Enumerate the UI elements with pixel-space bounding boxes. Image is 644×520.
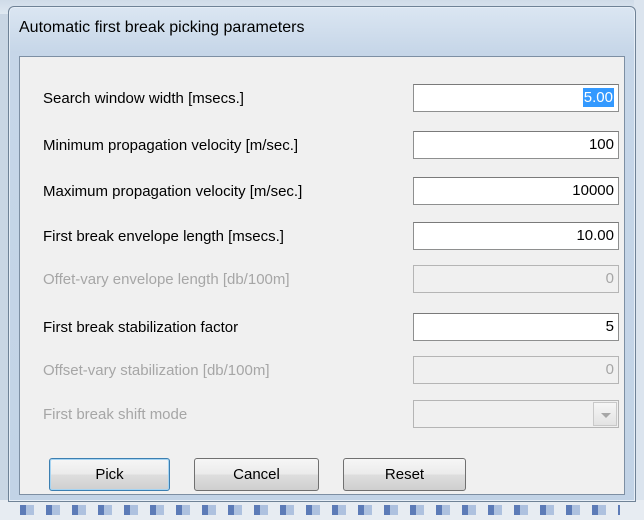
shift-mode-label: First break shift mode (43, 406, 188, 423)
row-offset-vary-envelope: Offet-vary envelope length [db/100m] 0 (20, 265, 624, 295)
row-envelope-length: First break envelope length [msecs.] 10.… (20, 222, 624, 252)
cancel-button[interactable]: Cancel (194, 458, 319, 491)
background-app-strip (20, 505, 620, 515)
envelope-length-label: First break envelope length [msecs.] (43, 228, 284, 245)
background-app-bottom (0, 500, 644, 520)
chevron-down-icon (601, 413, 611, 418)
dialog-client-area: Search window width [msecs.] 5.00 Minimu… (19, 56, 625, 495)
max-velocity-input[interactable]: 10000 (413, 177, 619, 205)
min-velocity-label: Minimum propagation velocity [m/sec.] (43, 137, 299, 154)
envelope-length-input[interactable]: 10.00 (413, 222, 619, 250)
offset-vary-stabilization-label: Offset-vary stabilization [db/100m] (43, 362, 270, 379)
offset-vary-envelope-label: Offet-vary envelope length [db/100m] (43, 271, 290, 288)
shift-mode-dropdown-button (593, 402, 617, 426)
row-shift-mode: First break shift mode (20, 400, 624, 430)
search-window-width-label: Search window width [msecs.] (43, 90, 244, 107)
min-velocity-input[interactable]: 100 (413, 131, 619, 159)
row-min-velocity: Minimum propagation velocity [m/sec.] 10… (20, 131, 624, 161)
stabilization-factor-input[interactable]: 5 (413, 313, 619, 341)
row-stabilization-factor: First break stabilization factor 5 (20, 313, 624, 343)
offset-vary-stabilization-input: 0 (413, 356, 619, 384)
search-window-width-value: 5.00 (582, 88, 614, 107)
row-search-window-width: Search window width [msecs.] 5.00 (20, 84, 624, 114)
row-max-velocity: Maximum propagation velocity [m/sec.] 10… (20, 177, 624, 207)
stabilization-factor-label: First break stabilization factor (43, 319, 239, 336)
max-velocity-label: Maximum propagation velocity [m/sec.] (43, 183, 303, 200)
reset-button[interactable]: Reset (343, 458, 466, 491)
row-offset-vary-stabilization: Offset-vary stabilization [db/100m] 0 (20, 356, 624, 386)
pick-button[interactable]: Pick (49, 458, 170, 491)
offset-vary-envelope-input: 0 (413, 265, 619, 293)
shift-mode-select (413, 400, 619, 428)
parameters-dialog: Automatic first break picking parameters… (8, 6, 636, 502)
search-window-width-input[interactable]: 5.00 (413, 84, 619, 112)
dialog-title: Automatic first break picking parameters (19, 19, 305, 36)
